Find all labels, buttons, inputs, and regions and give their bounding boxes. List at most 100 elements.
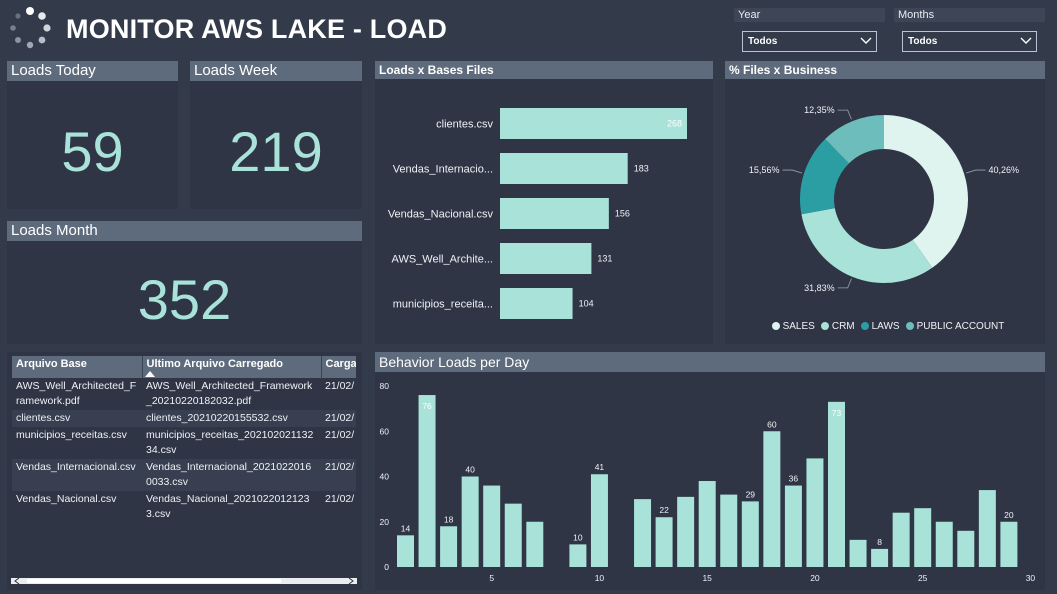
months-select-value: Todos [908, 36, 938, 47]
table-cell: AWS_Well_Architected_Framework.pdf [12, 378, 142, 410]
loads-per-day-title: Behavior Loads per Day [375, 352, 1045, 372]
bar [720, 494, 738, 567]
data-label: 14 [401, 523, 411, 533]
scroll-left-icon[interactable] [14, 578, 20, 584]
year-filter-label: Year [734, 8, 885, 22]
scroll-right-icon[interactable] [348, 578, 354, 584]
bar [892, 512, 910, 567]
bar [590, 474, 608, 567]
x-tick-label: 5 [489, 573, 494, 583]
loads-month-card: Loads Month 352 [7, 221, 362, 344]
table-cell: 21/02/ [321, 427, 356, 459]
column-header-ultimo-arquivo[interactable]: Ultimo Arquivo Carregado [142, 356, 322, 378]
page-title: MONITOR AWS LAKE - LOAD [66, 14, 448, 44]
data-label: 8 [877, 537, 882, 547]
year-select[interactable]: Todos [742, 31, 877, 52]
leader-line [837, 109, 852, 120]
bar [461, 476, 479, 567]
loads-today-value: 59 [61, 120, 124, 183]
table-cell: clientes_20210220155532.csv [142, 410, 321, 427]
table-row[interactable]: municipios_receitas.csv municipios_recei… [12, 427, 356, 459]
table-cell: Vendas_Nacional.csv [12, 491, 142, 523]
chevron-down-icon [1020, 37, 1032, 44]
table-row[interactable]: AWS_Well_Architected_Framework.pdf AWS_W… [12, 378, 356, 410]
files-table-panel: Arquivo Base Ultimo Arquivo Carregado Ca… [7, 352, 362, 590]
table-row[interactable]: Vendas_Internacional.csv Vendas_Internac… [12, 459, 356, 491]
table-cell: 21/02/ [321, 410, 356, 427]
loads-week-card: Loads Week 219 [190, 61, 362, 209]
table-cell: municipios_receitas_20210202113234.csv [142, 427, 321, 459]
bar [483, 485, 501, 567]
data-label: 156 [615, 209, 630, 219]
files-table-viewport: Arquivo Base Ultimo Arquivo Carregado Ca… [12, 356, 356, 574]
bar [828, 401, 845, 567]
loads-week-title: Loads Week [190, 61, 362, 81]
legend-label: LAWS [871, 321, 900, 332]
table-cell: Vendas_Internacional_20210220160033.csv [142, 459, 321, 491]
data-label: 10 [573, 532, 583, 542]
leader-line [965, 169, 986, 174]
table-cell: clientes.csv [12, 410, 142, 427]
bar [849, 539, 867, 567]
bar [500, 198, 609, 229]
legend-swatch [771, 322, 780, 330]
column-header-arquivo-base[interactable]: Arquivo Base [12, 356, 143, 378]
legend-swatch [820, 322, 829, 330]
loads-by-file-chart: clientes.csv 268 Vendas_Internacio... 183 Ve… [388, 108, 687, 319]
legend-label: CRM [831, 321, 855, 332]
table-row[interactable]: clientes.csv clientes_20210220155532.csv… [12, 410, 356, 427]
sort-ascending-icon [144, 371, 155, 377]
bar [634, 499, 652, 567]
donut-legend: SALES CRM LAWS PUBLIC ACCOUNT [725, 321, 1045, 332]
table-cell: Vendas_Nacional_20210220121233.csv [142, 491, 321, 523]
table-cell: 21/02/ [321, 459, 356, 491]
category-label: AWS_Well_Archite... [392, 254, 493, 266]
table-row[interactable]: Vendas_Nacional.csv Vendas_Nacional_2021… [12, 491, 356, 523]
bar [741, 501, 759, 567]
category-label: Vendas_Nacional.csv [388, 209, 494, 221]
x-tick-label: 30 [1026, 573, 1036, 583]
loads-per-day-chart: 0 20 40 60 80 14 76 18 40 10 41 22 29 60 36 73 8 20 5 10 15 2… [380, 381, 1036, 583]
chevron-down-icon [860, 37, 872, 44]
horizontal-scrollbar[interactable] [11, 578, 357, 584]
y-tick-label: 0 [384, 562, 389, 572]
category-label: clientes.csv [436, 119, 493, 131]
table-cell: AWS_Well_Architected_Framework_202102201… [142, 378, 321, 410]
loads-by-file-title: Loads x Bases Files [375, 61, 713, 79]
data-label: 29 [746, 489, 756, 499]
loads-today-title: Loads Today [7, 61, 178, 81]
loads-by-file-panel: Loads x Bases Files clientes.csv 268 Venda… [375, 61, 713, 344]
data-label: 183 [634, 164, 649, 174]
donut-slice [801, 208, 933, 284]
loads-month-value: 352 [137, 268, 232, 331]
table-cell: Vendas_Internacional.csv [12, 459, 142, 491]
y-tick-label: 80 [380, 381, 390, 391]
files-by-business-title: % Files x Business [725, 61, 1045, 79]
y-tick-label: 20 [380, 517, 390, 527]
data-label: 104 [579, 299, 594, 309]
x-tick-label: 25 [918, 573, 928, 583]
leader-line [837, 278, 852, 289]
slice-label: 31,83% [804, 283, 835, 293]
bar [763, 431, 781, 567]
bar [500, 288, 573, 319]
bar [500, 153, 628, 184]
legend-item[interactable]: CRM [815, 321, 855, 332]
bar [500, 243, 592, 274]
bar [935, 521, 953, 567]
bar [569, 544, 587, 567]
scrollbar-thumb[interactable] [27, 579, 281, 583]
bar [978, 490, 996, 567]
legend-label: PUBLIC ACCOUNT [916, 321, 1005, 332]
legend-item[interactable]: SALES [766, 321, 815, 332]
legend-item[interactable]: LAWS [855, 321, 900, 332]
months-filter-label: Months [894, 8, 1045, 22]
data-label: 18 [444, 514, 454, 524]
months-select[interactable]: Todos [902, 31, 1037, 52]
files-table: Arquivo Base Ultimo Arquivo Carregado Ca… [12, 356, 356, 523]
column-header-carga[interactable]: Carga [321, 356, 356, 378]
category-label: municipios_receita... [393, 299, 493, 311]
legend-swatch [905, 322, 914, 330]
bar [806, 458, 824, 567]
legend-item[interactable]: PUBLIC ACCOUNT [900, 321, 1005, 332]
